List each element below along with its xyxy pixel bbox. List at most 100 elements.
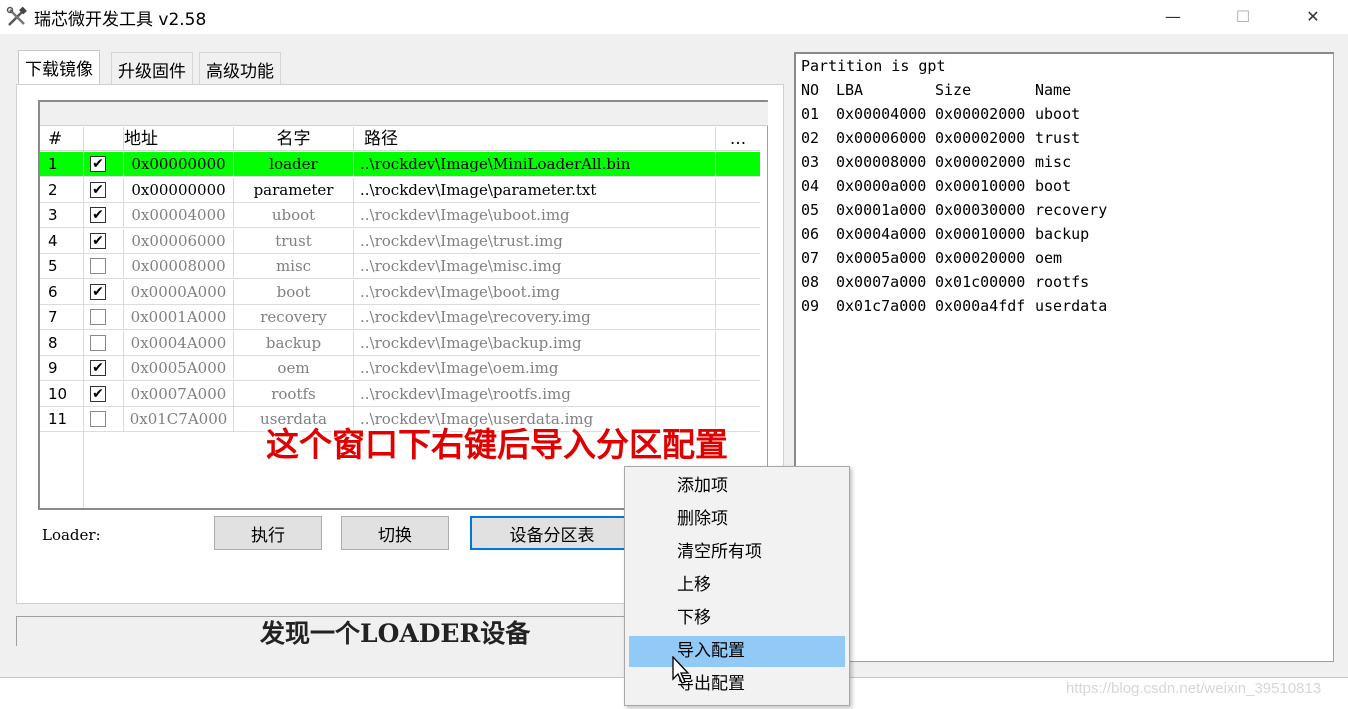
row-checkbox[interactable]: [90, 411, 106, 427]
menu-item-export-config[interactable]: 导出配置: [629, 669, 845, 700]
column-header-path[interactable]: 路径: [354, 127, 716, 151]
menu-item-move-up[interactable]: 上移: [629, 570, 845, 601]
tab-advanced-functions[interactable]: 高级功能: [199, 52, 281, 84]
row-checkbox-cell[interactable]: ✔: [84, 228, 124, 253]
menu-item-move-down[interactable]: 下移: [629, 603, 845, 634]
partition-no: 05: [801, 201, 820, 219]
row-number: 11: [40, 407, 84, 431]
row-number: 2: [40, 177, 84, 202]
row-address: 0x0000A000: [124, 279, 234, 304]
row-checkbox[interactable]: [90, 258, 106, 274]
row-name: uboot: [234, 203, 354, 227]
row-checkbox[interactable]: ✔: [90, 385, 106, 402]
row-path: ..\rockdev\Image\boot.img: [354, 279, 716, 304]
column-header-more[interactable]: ...: [716, 127, 760, 151]
partition-header-no: NO: [801, 81, 820, 99]
partition-header-size: Size: [935, 81, 972, 99]
minimize-button[interactable]: —: [1150, 0, 1196, 32]
row-browse-cell[interactable]: [716, 356, 760, 380]
annotation-text: 这个窗口下右键后导入分区配置: [266, 425, 728, 464]
partition-name: recovery: [1035, 201, 1108, 219]
partition-info-panel[interactable]: Partition is gpt NO LBA Size Name 01 0x00…: [794, 52, 1334, 662]
row-number: 9: [40, 356, 84, 380]
row-browse-cell[interactable]: [716, 254, 760, 278]
partition-no: 09: [801, 297, 820, 315]
tab-upgrade-firmware[interactable]: 升级固件: [111, 52, 193, 84]
partition-row: 02 0x00006000 0x00002000 trust: [801, 126, 1321, 150]
row-checkbox[interactable]: ✔: [90, 360, 106, 376]
partition-row: 04 0x0000a000 0x00010000 boot: [801, 174, 1321, 198]
partition-lba: 0x0001a000: [836, 201, 927, 219]
tab-download-image[interactable]: 下载镜像: [18, 50, 100, 85]
row-path: ..\rockdev\Image\MiniLoaderAll.bin: [354, 152, 716, 176]
row-checkbox-cell[interactable]: [84, 254, 124, 278]
execute-button[interactable]: 执行: [214, 516, 322, 550]
row-checkbox-cell[interactable]: ✔: [84, 356, 124, 380]
table-row[interactable]: 10 ✔ 0x0007A000 rootfs ..\rockdev\Image\root…: [40, 381, 760, 407]
device-partition-table-button[interactable]: 设备分区表: [470, 516, 634, 550]
row-checkbox[interactable]: ✔: [90, 232, 106, 249]
row-checkbox[interactable]: ✔: [90, 207, 106, 223]
partition-size: 0x00002000: [935, 153, 1026, 171]
row-checkbox[interactable]: [90, 309, 106, 325]
window-title: 瑞芯微开发工具 v2.58: [34, 10, 207, 30]
table-row[interactable]: 8 0x0004A000 backup ..\rockdev\Image\backup…: [40, 330, 760, 356]
row-browse-cell[interactable]: [716, 382, 760, 406]
switch-button[interactable]: 切换: [341, 516, 449, 550]
partition-size: 0x00010000: [935, 225, 1026, 243]
context-menu: 添加项 删除项 清空所有项 上移 下移 导入配置 导出配置: [624, 466, 850, 706]
row-number: 1: [40, 152, 84, 176]
menu-item-clear-all-items[interactable]: 清空所有项: [629, 537, 845, 568]
row-checkbox-cell[interactable]: ✔: [84, 381, 124, 406]
menu-item-import-config[interactable]: 导入配置: [629, 636, 845, 667]
close-button[interactable]: ✕: [1290, 0, 1336, 32]
row-browse-cell[interactable]: [716, 152, 760, 176]
table-row[interactable]: 2 ✔ 0x00000000 parameter ..\rockdev\Image\pa…: [40, 177, 760, 203]
row-path: ..\rockdev\Image\uboot.img: [354, 203, 716, 227]
menu-item-delete-item[interactable]: 删除项: [629, 504, 845, 535]
row-browse-cell[interactable]: [716, 331, 760, 355]
row-checkbox-cell[interactable]: ✔: [84, 152, 124, 176]
title-bar: 瑞芯微开发工具 v2.58 — ☐ ✕: [0, 0, 1348, 34]
partition-header-name: Name: [1035, 81, 1072, 99]
row-checkbox-cell[interactable]: [84, 407, 124, 431]
partition-size: 0x00020000: [935, 249, 1026, 267]
partition-no: 07: [801, 249, 820, 267]
row-checkbox-cell[interactable]: [84, 305, 124, 329]
menu-item-add-item[interactable]: 添加项: [629, 471, 845, 502]
table-row[interactable]: 5 0x00008000 misc ..\rockdev\Image\misc.img: [40, 254, 760, 279]
row-browse-cell[interactable]: [716, 178, 760, 202]
row-checkbox[interactable]: ✔: [90, 181, 106, 198]
maximize-button[interactable]: ☐: [1220, 0, 1266, 32]
table-row[interactable]: 6 ✔ 0x0000A000 boot ..\rockdev\Image\boot.im…: [40, 279, 760, 305]
partition-name: rootfs: [1035, 273, 1090, 291]
table-row[interactable]: 1 ✔ 0x00000000 loader ..\rockdev\Image\MiniL…: [40, 152, 760, 177]
row-browse-cell[interactable]: [716, 305, 760, 329]
row-checkbox[interactable]: ✔: [90, 283, 106, 300]
row-browse-cell[interactable]: [716, 280, 760, 304]
table-row[interactable]: 9 ✔ 0x0005A000 oem ..\rockdev\Image\oem.img: [40, 356, 760, 381]
row-name: trust: [234, 228, 354, 253]
column-header-address[interactable]: 地址: [124, 127, 234, 151]
row-path: ..\rockdev\Image\backup.img: [354, 330, 716, 355]
row-number: 6: [40, 279, 84, 304]
row-browse-cell[interactable]: [716, 203, 760, 227]
row-browse-cell[interactable]: [716, 229, 760, 253]
row-checkbox[interactable]: [90, 334, 106, 351]
row-checkbox-cell[interactable]: [84, 330, 124, 355]
partition-lba: 0x0005a000: [836, 249, 927, 267]
row-checkbox-cell[interactable]: ✔: [84, 177, 124, 202]
column-header-name[interactable]: 名字: [234, 127, 354, 151]
row-checkbox-cell[interactable]: ✔: [84, 279, 124, 304]
table-row[interactable]: 7 0x0001A000 recovery ..\rockdev\Image\reco…: [40, 305, 760, 330]
column-header-check[interactable]: [84, 127, 124, 151]
column-header-num[interactable]: #: [40, 127, 84, 151]
partition-row: 09 0x01c7a000 0x000a4fdf userdata: [801, 294, 1321, 318]
table-row[interactable]: 4 ✔ 0x00006000 trust ..\rockdev\Image\trust.…: [40, 228, 760, 254]
partition-size: 0x00002000: [935, 129, 1026, 147]
row-path: ..\rockdev\Image\rootfs.img: [354, 381, 716, 406]
tools-icon: [6, 6, 27, 26]
row-checkbox[interactable]: ✔: [90, 156, 106, 172]
row-checkbox-cell[interactable]: ✔: [84, 203, 124, 227]
table-row[interactable]: 3 ✔ 0x00004000 uboot ..\rockdev\Image\uboot.…: [40, 203, 760, 228]
